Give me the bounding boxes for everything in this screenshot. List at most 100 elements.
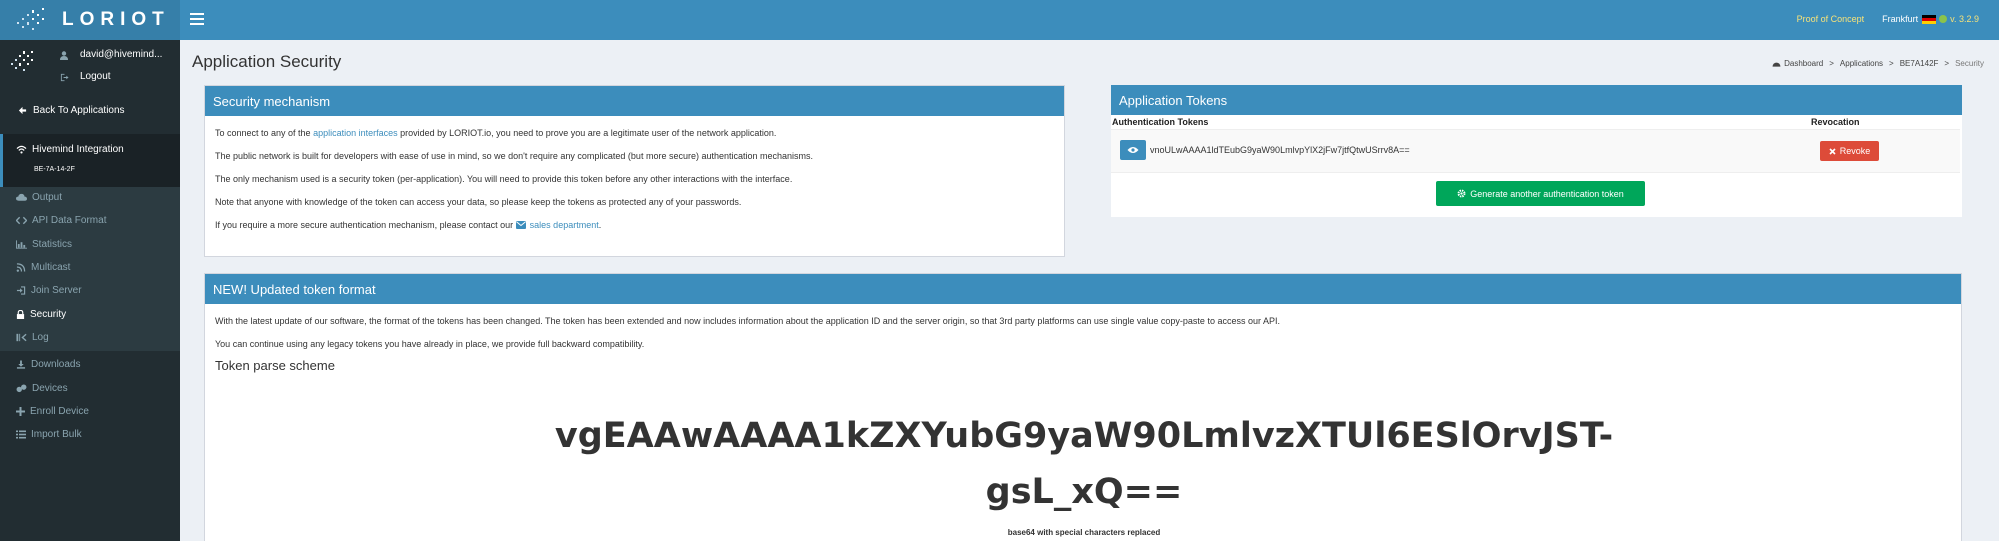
breadcrumb-application-id[interactable]: BE7A142F: [1900, 59, 1939, 68]
arrow-left-icon: [18, 106, 27, 115]
menu-item-label: Join Server: [31, 285, 82, 296]
application-interfaces-link[interactable]: application interfaces: [313, 128, 398, 138]
hamburger-icon: [190, 13, 204, 15]
col-revocation: Revocation: [1811, 117, 1860, 127]
text: .: [598, 220, 602, 230]
menu-item-devices[interactable]: Devices: [16, 383, 68, 394]
cloud-icon: [16, 193, 27, 201]
menu-item-join-server[interactable]: Join Server: [16, 285, 82, 296]
box-body: With the latest update of our software, …: [205, 304, 1961, 381]
logout-link[interactable]: Logout: [80, 71, 111, 82]
menu-item-output[interactable]: Output: [16, 192, 62, 203]
tokens-table: Authentication Tokens Revocation vnoULwA…: [1111, 115, 1960, 173]
table-row: vnoULwAAAA1ldTEubG9yaW90LmlvpYlX2jFw7jtf…: [1111, 129, 1960, 173]
menu-item-multicast[interactable]: Multicast: [16, 262, 70, 273]
lock-icon: [16, 310, 25, 319]
menu-item-label: Downloads: [31, 359, 81, 370]
token-encoding-note: base64 with special characters replaced: [1007, 528, 1161, 537]
logout-icon: [60, 73, 69, 82]
sales-department-link[interactable]: sales department: [530, 220, 599, 230]
app-name: Hivemind Integration: [32, 144, 124, 155]
token-example-line-1: vgEAAwAAAA1kZXYubG9yaW90LmlvzXTUl6ESlOrv…: [554, 416, 1614, 456]
app-menu: Output API Data Format Statistics Multic…: [0, 187, 180, 351]
breadcrumb-label: Dashboard: [1784, 59, 1824, 68]
text: If you require a more secure authenticat…: [215, 220, 516, 230]
menu-item-label: Multicast: [31, 262, 71, 273]
menu-item-downloads[interactable]: Downloads: [16, 359, 80, 370]
text: provided by LORIOT.io, you need to prove…: [397, 128, 777, 138]
menu-item-security[interactable]: Security: [16, 309, 66, 320]
show-token-button[interactable]: [1120, 140, 1146, 160]
generate-label: Generate another authentication token: [1470, 188, 1624, 199]
app-id: BE-7A-14-2F: [34, 166, 75, 173]
status-dot-icon: [1939, 15, 1948, 23]
topbar-right: Proof of Concept Frankfurt v. 3.2.9: [1797, 14, 1979, 24]
breadcrumb-separator: >: [1889, 59, 1894, 68]
version-label: v. 3.2.9: [1950, 14, 1979, 24]
rss-icon: [16, 263, 26, 272]
menu-item-log[interactable]: Log: [16, 332, 49, 343]
dashboard-icon: [1772, 62, 1781, 67]
menu-item-enroll-device[interactable]: Enroll Device: [16, 406, 89, 417]
paragraph: The only mechanism used is a security to…: [215, 174, 793, 184]
devices-icon: [16, 384, 27, 393]
brand-name: LORIOT: [62, 9, 170, 30]
token-format-box: NEW! Updated token format With the lates…: [204, 273, 1962, 541]
region-label: Frankfurt: [1882, 14, 1919, 24]
menu-item-label: Statistics: [32, 239, 73, 250]
proof-of-concept-link[interactable]: Proof of Concept: [1797, 14, 1865, 24]
paragraph: Note that anyone with knowledge of the t…: [215, 197, 742, 207]
menu-item-label: Devices: [32, 383, 68, 394]
current-application[interactable]: Hivemind Integration BE-7A-14-2F: [0, 134, 180, 187]
revoke-button[interactable]: Revoke: [1820, 141, 1879, 161]
top-navbar: LORIOT Proof of Concept Frankfurt v. 3.2…: [0, 0, 1999, 40]
tokens-table-header: Authentication Tokens Revocation: [1111, 115, 1960, 129]
breadcrumb: Dashboard > Applications > BE7A142F > Se…: [1772, 59, 1984, 68]
menu-item-label: Enroll Device: [30, 406, 89, 417]
user-avatar-icon: [11, 51, 33, 71]
back-to-applications-link[interactable]: Back To Applications: [18, 105, 125, 116]
generate-token-button[interactable]: Generate another authentication token: [1436, 181, 1645, 206]
menu-item-label: Security: [30, 309, 67, 320]
box-body: To connect to any of the application int…: [205, 116, 1064, 251]
log-icon: [16, 333, 27, 342]
bar-chart-icon: [16, 240, 27, 249]
col-authentication-tokens: Authentication Tokens: [1112, 117, 1209, 127]
list-icon: [16, 430, 26, 439]
breadcrumb-applications[interactable]: Applications: [1840, 59, 1883, 68]
breadcrumb-separator: >: [1944, 59, 1950, 68]
breadcrumb-separator: >: [1829, 59, 1834, 68]
menu-item-api-data-format[interactable]: API Data Format: [16, 215, 106, 226]
menu-toggle-button[interactable]: [190, 11, 204, 29]
revoke-label: Revoke: [1839, 146, 1871, 156]
user-panel: david@hivemind... Logout: [0, 40, 180, 90]
box-title: Application Tokens: [1111, 85, 1962, 115]
breadcrumb-dashboard[interactable]: Dashboard: [1772, 59, 1823, 68]
box-title: Security mechanism: [205, 86, 1064, 116]
page-title: Application Security: [192, 52, 342, 71]
login-icon: [16, 286, 26, 295]
paragraph: The public network is built for develope…: [215, 151, 814, 161]
paragraph: To connect to any of the application int…: [215, 128, 1054, 138]
text: To connect to any of the: [215, 128, 314, 138]
logo[interactable]: LORIOT: [0, 0, 180, 40]
envelope-icon: [515, 221, 526, 229]
box-title: NEW! Updated token format: [205, 274, 1961, 304]
eye-icon: [1127, 147, 1139, 153]
close-icon: [1829, 147, 1836, 155]
menu-item-statistics[interactable]: Statistics: [16, 239, 72, 250]
token-example-line-2: gsL_xQ==: [985, 472, 1183, 512]
menu-item-label: Log: [32, 332, 49, 343]
sidebar: david@hivemind... Logout Back To Applica…: [0, 40, 180, 541]
paragraph: With the latest update of our software, …: [215, 316, 1280, 326]
download-icon: [16, 360, 26, 369]
token-value[interactable]: vnoULwAAAA1ldTEubG9yaW90LmlvpYlX2jFw7jtf…: [1150, 145, 1410, 155]
paragraph: You can continue using any legacy tokens…: [215, 339, 645, 349]
germany-flag-icon: [1922, 14, 1937, 24]
menu-item-import-bulk[interactable]: Import Bulk: [16, 429, 82, 440]
security-mechanism-box: Security mechanism To connect to any of …: [204, 85, 1065, 257]
paragraph: If you require a more secure authenticat…: [215, 220, 1054, 230]
breadcrumb-current: Security: [1955, 59, 1984, 68]
loriot-logo-icon: [17, 8, 44, 30]
menu-item-label: Output: [32, 192, 63, 203]
